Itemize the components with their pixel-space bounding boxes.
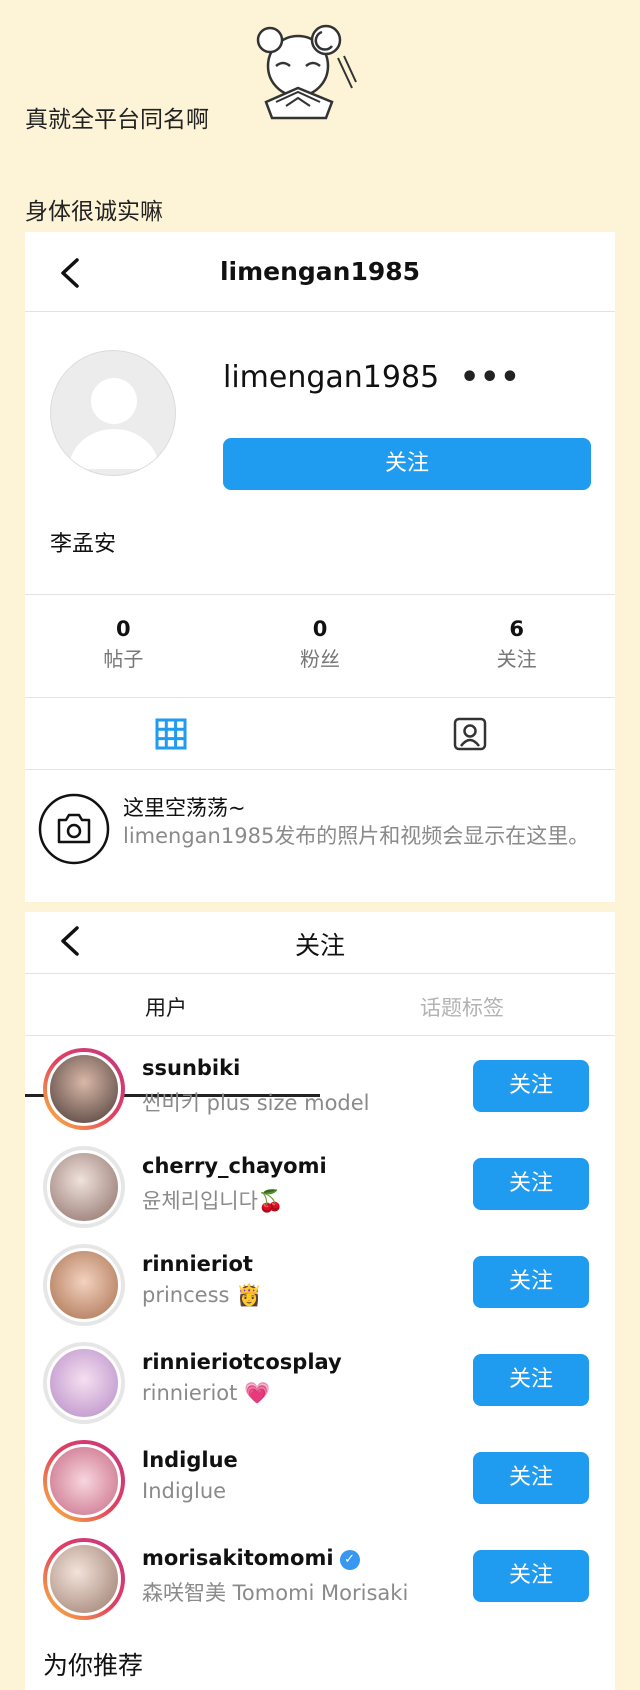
- follow-button[interactable]: 关注: [473, 1060, 589, 1112]
- list-item[interactable]: rinnieriot princess 👸 关注: [25, 1236, 615, 1334]
- avatar: [47, 1346, 121, 1420]
- story-ring: [43, 1146, 125, 1228]
- list-item[interactable]: rinnieriotcosplay rinnieriot 💗 关注: [25, 1334, 615, 1432]
- user-subtitle: 윤체리입니다🍒: [142, 1189, 285, 1213]
- list-item[interactable]: ssunbiki 썬비키 plus size model 关注: [25, 1040, 615, 1138]
- post-text-line-1: 真就全平台同名啊: [25, 107, 209, 133]
- username[interactable]: rinnieriot: [142, 1252, 253, 1276]
- story-ring: [43, 1244, 125, 1326]
- stat-posts[interactable]: 0 帖子: [25, 595, 222, 697]
- more-options-icon[interactable]: •••: [460, 360, 521, 395]
- user-subtitle: 썬비키 plus size model: [142, 1091, 370, 1115]
- user-subtitle: rinnieriot 💗: [142, 1381, 271, 1405]
- username[interactable]: morisakitomomi ✓: [142, 1546, 360, 1570]
- stat-posts-label: 帖子: [103, 647, 144, 671]
- post-text-line-2: 身体很诚实嘛: [25, 199, 163, 225]
- verified-badge-icon: ✓: [339, 1550, 360, 1570]
- profile-header: limengan1985: [25, 232, 615, 312]
- avatar: [47, 1150, 121, 1224]
- stat-followers-count: 0: [312, 617, 328, 641]
- story-ring: [43, 1342, 125, 1424]
- avatar: [47, 1542, 121, 1616]
- profile-full-name: 李孟安: [50, 532, 117, 557]
- content-tabs: [25, 698, 615, 770]
- default-avatar-icon: [69, 378, 159, 469]
- stat-followers-label: 粉丝: [300, 647, 340, 671]
- empty-state-description: limengan1985发布的照片和视频会显示在这里。: [123, 824, 590, 848]
- tab-users[interactable]: 用户: [145, 992, 187, 1022]
- avatar: [50, 350, 176, 476]
- list-item[interactable]: morisakitomomi ✓ 森咲智美 Tomomi Morisaki 关注: [25, 1530, 615, 1628]
- avatar: [47, 1248, 121, 1322]
- follow-button[interactable]: 关注: [473, 1452, 589, 1504]
- profile-username: limengan1985: [223, 360, 440, 395]
- follow-button[interactable]: 关注: [473, 1256, 589, 1308]
- user-subtitle: princess 👸: [142, 1283, 263, 1307]
- story-ring: [43, 1440, 125, 1522]
- stat-following-count: 6: [509, 617, 524, 641]
- username[interactable]: ssunbiki: [142, 1056, 240, 1080]
- avatar: [47, 1444, 121, 1518]
- stat-following[interactable]: 6 关注: [418, 595, 615, 697]
- username-text: morisakitomomi: [142, 1546, 334, 1570]
- follow-button[interactable]: 关注: [473, 1354, 589, 1406]
- username[interactable]: cherry_chayomi: [142, 1154, 327, 1178]
- user-subtitle: Indiglue: [142, 1479, 227, 1503]
- following-tabs: 用户 话题标签: [25, 974, 615, 1097]
- profile-screenshot: limengan1985 limengan1985 ••• 关注 李孟安 0 帖…: [25, 232, 615, 902]
- follow-button[interactable]: 关注: [473, 1158, 589, 1210]
- list-item[interactable]: lndiglue Indiglue 关注: [25, 1432, 615, 1530]
- suggested-section-title: 为你推荐: [43, 1651, 144, 1680]
- follow-button[interactable]: 关注: [223, 438, 591, 490]
- grid-icon[interactable]: [155, 718, 187, 750]
- profile-stats: 0 帖子 0 粉丝 6 关注: [25, 594, 615, 698]
- camera-icon: [38, 793, 110, 865]
- username[interactable]: rinnieriotcosplay: [142, 1350, 342, 1374]
- page-title: limengan1985: [219, 257, 421, 286]
- username[interactable]: lndiglue: [142, 1448, 238, 1472]
- following-screenshot: 关注 用户 话题标签 ssunbiki 썬비키 plus size model …: [25, 912, 615, 1690]
- anime-sticker-image: [256, 24, 357, 120]
- stat-following-label: 关注: [496, 647, 537, 671]
- stat-followers[interactable]: 0 粉丝: [222, 595, 419, 697]
- list-item[interactable]: cherry_chayomi 윤체리입니다🍒 关注: [25, 1138, 615, 1236]
- tab-hashtags[interactable]: 话题标签: [420, 992, 504, 1022]
- tagged-photos-icon[interactable]: [452, 716, 488, 752]
- empty-state-title: 这里空荡荡~: [123, 796, 246, 820]
- avatar: [47, 1052, 121, 1126]
- stat-posts-count: 0: [116, 617, 131, 641]
- follow-button[interactable]: 关注: [473, 1550, 589, 1602]
- story-ring: [43, 1048, 125, 1130]
- user-subtitle: 森咲智美 Tomomi Morisaki: [142, 1581, 409, 1605]
- following-header: 关注: [25, 912, 615, 974]
- story-ring: [43, 1538, 125, 1620]
- following-title: 关注: [294, 931, 345, 960]
